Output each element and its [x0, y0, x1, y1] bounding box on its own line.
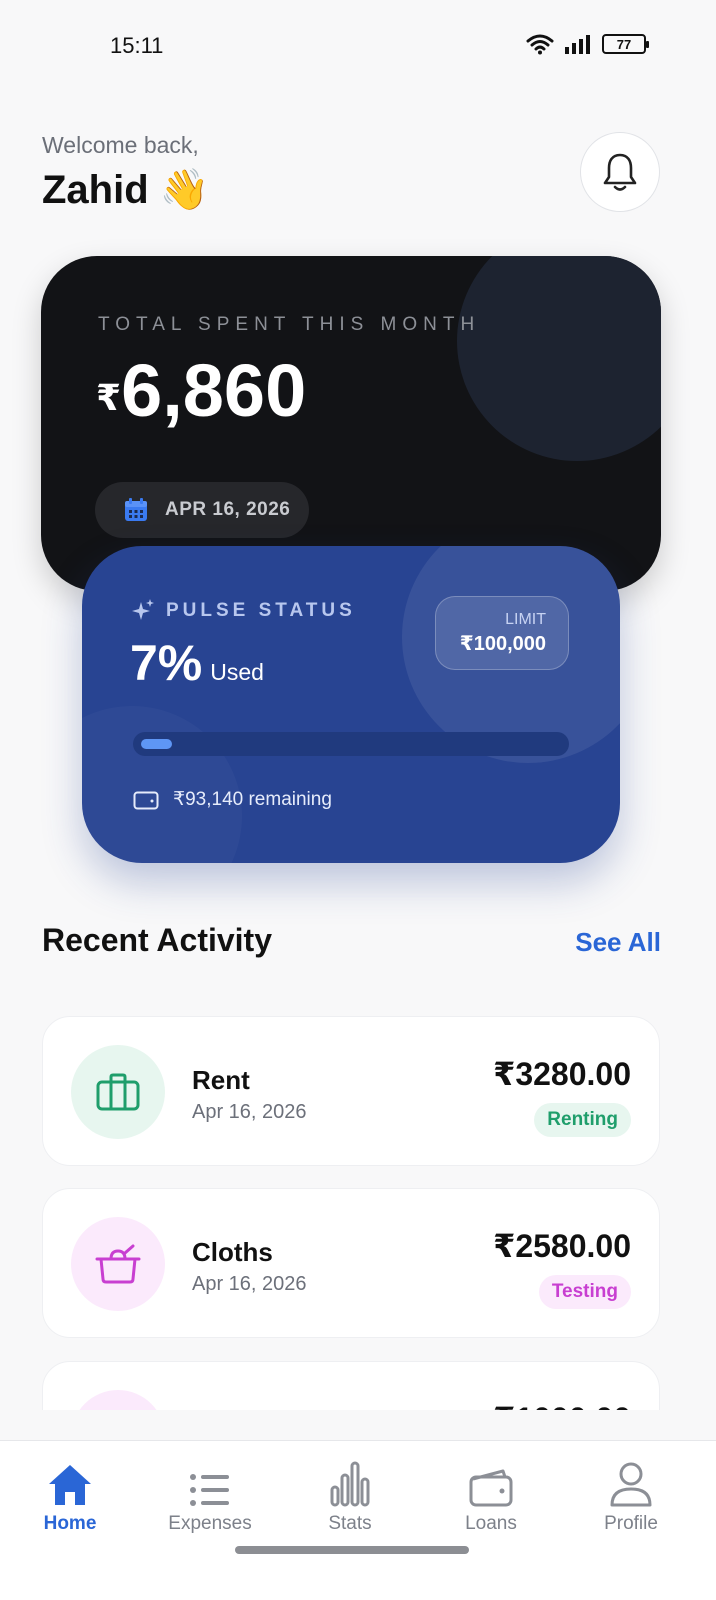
percent-value: 7%: [130, 635, 203, 691]
total-spent-card: TOTAL SPENT THIS MONTH ₹6,860 APR 16, 20…: [41, 256, 661, 591]
welcome-text: Welcome back,: [42, 132, 199, 158]
transaction-amount: ₹3280.00: [493, 1056, 631, 1092]
decorative-circle: [82, 706, 242, 863]
total-spent-amount: ₹6,860: [96, 348, 306, 433]
nav-label: Home: [43, 1513, 97, 1534]
status-bar: 15:11 77: [0, 0, 716, 92]
nav-home[interactable]: Home: [10, 1457, 130, 1535]
remaining-row: ₹93,140 remaining: [133, 788, 332, 811]
total-spent-label: TOTAL SPENT THIS MONTH: [98, 314, 481, 335]
home-icon: [49, 1465, 91, 1505]
transaction-item[interactable]: Rent Apr 16, 2026 ₹3280.00 Renting: [42, 1016, 660, 1166]
transaction-amount: ₹2580.00: [493, 1228, 631, 1264]
nav-loans[interactable]: Loans: [431, 1457, 551, 1535]
total-amount-value: 6,860: [121, 349, 307, 432]
calendar-icon: [125, 498, 147, 521]
budget-progress-bar: [133, 732, 569, 756]
nav-label: Stats: [328, 1513, 372, 1534]
nav-profile[interactable]: Profile: [571, 1457, 691, 1535]
decorative-circle: [457, 256, 661, 461]
status-time: 15:11: [110, 33, 164, 58]
recent-activity-title: Recent Activity: [42, 922, 272, 958]
pulse-status-title: PULSE STATUS: [130, 598, 356, 624]
nav-stats[interactable]: Stats: [290, 1457, 410, 1535]
nav-expenses[interactable]: Expenses: [150, 1457, 270, 1535]
stats-icon: [330, 1461, 370, 1507]
category-tag: Renting: [534, 1103, 631, 1137]
date-chip[interactable]: APR 16, 2026: [95, 482, 309, 538]
pot-icon: [71, 1217, 165, 1311]
transaction-name: Cloths: [192, 1237, 273, 1267]
bell-icon: [603, 153, 637, 191]
nav-label: Profile: [604, 1513, 658, 1534]
pulse-percent: 7% Used: [130, 634, 264, 692]
transaction-date: Apr 16, 2026: [192, 1101, 307, 1123]
wave-emoji: 👋: [159, 168, 210, 212]
transaction-amount: ₹1000.00: [493, 1400, 631, 1410]
list-icon: [190, 1474, 229, 1506]
username: Zahid 👋: [42, 166, 210, 213]
remaining-text: ₹93,140 remaining: [173, 789, 332, 810]
percent-suffix: Used: [210, 659, 264, 685]
pulse-status-card: PULSE STATUS 7% Used LIMIT ₹100,000 ₹93,1…: [82, 546, 620, 863]
transaction-name: Rent: [192, 1065, 250, 1095]
notifications-button[interactable]: [580, 132, 660, 212]
category-tag: Testing: [538, 1275, 631, 1309]
transaction-item[interactable]: ₹1000.00: [42, 1361, 660, 1410]
nav-label: Expenses: [168, 1513, 252, 1534]
bottom-navigation: Home Expenses Stats Loans Profile: [0, 1440, 716, 1600]
briefcase-icon: [71, 1045, 165, 1139]
limit-value: ₹100,000: [459, 633, 546, 655]
transaction-item[interactable]: Cloths Apr 16, 2026 ₹2580.00 Testing: [42, 1188, 660, 1338]
pot-icon: [71, 1390, 165, 1410]
signal-icon: [565, 35, 590, 54]
transaction-list: Rent Apr 16, 2026 ₹3280.00 Renting Cloth…: [42, 1016, 660, 1410]
wallet-icon: [133, 791, 159, 809]
transaction-date: Apr 16, 2026: [192, 1273, 307, 1295]
sparkle-icon: [132, 599, 154, 620]
currency-symbol: ₹: [96, 377, 122, 418]
limit-label: LIMIT: [505, 611, 546, 628]
nav-label: Loans: [465, 1513, 517, 1534]
pulse-status-label: PULSE STATUS: [166, 600, 356, 621]
battery-icon: 77: [602, 34, 649, 54]
budget-progress-fill: [141, 739, 172, 749]
see-all-link[interactable]: See All: [575, 927, 661, 958]
limit-box: LIMIT ₹100,000: [435, 596, 569, 670]
status-icons: 77: [526, 33, 649, 55]
wallet-icon: [469, 1469, 513, 1507]
username-text: Zahid: [42, 168, 149, 212]
wifi-icon: [526, 34, 554, 55]
date-chip-text: APR 16, 2026: [165, 499, 291, 520]
home-indicator[interactable]: [235, 1546, 469, 1554]
person-icon: [610, 1462, 652, 1507]
